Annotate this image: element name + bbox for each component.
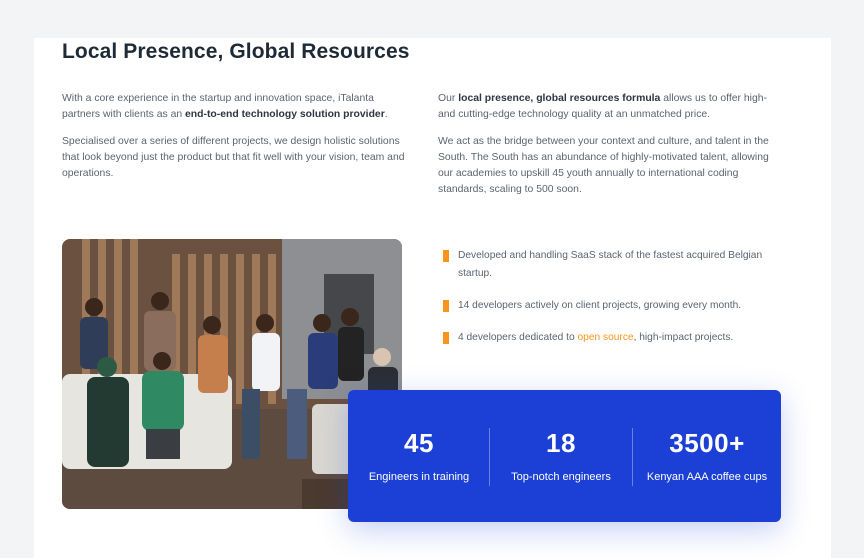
intro-right: Our local presence, global resources for… bbox=[438, 91, 783, 209]
bullet-marker-icon bbox=[443, 300, 449, 312]
stat-label: Kenyan AAA coffee cups bbox=[646, 471, 768, 483]
list-item: Developed and handling SaaS stack of the… bbox=[443, 247, 793, 283]
stat-coffee-cups: 3500+ Kenyan AAA coffee cups bbox=[633, 390, 781, 522]
open-source-link[interactable]: open source bbox=[578, 332, 634, 343]
section-title: Local Presence, Global Resources bbox=[62, 40, 410, 63]
intro-left-bold: end-to-end technology solution provider bbox=[185, 109, 385, 120]
list-item: 4 developers dedicated to open source, h… bbox=[443, 329, 793, 347]
list-item: 14 developers actively on client project… bbox=[443, 297, 793, 315]
intro-right-bold: local presence, global resources formula bbox=[458, 93, 661, 104]
stat-value: 3500+ bbox=[669, 428, 745, 458]
intro-left: With a core experience in the startup an… bbox=[62, 91, 407, 193]
stat-label: Top-notch engineers bbox=[511, 471, 611, 483]
intro-left-p2: Specialised over a series of different p… bbox=[62, 136, 405, 179]
stat-top-notch-engineers: 18 Top-notch engineers bbox=[490, 390, 632, 522]
stat-value: 18 bbox=[546, 428, 576, 458]
intro-right-p1: Our local presence, global resources for… bbox=[438, 93, 767, 120]
intro-right-p2: We act as the bridge between your contex… bbox=[438, 136, 769, 195]
stat-value: 45 bbox=[404, 428, 434, 458]
bullet-marker-icon bbox=[443, 250, 449, 262]
stat-engineers-in-training: 45 Engineers in training bbox=[348, 390, 490, 522]
achievements-list: Developed and handling SaaS stack of the… bbox=[443, 247, 793, 361]
bullet-marker-icon bbox=[443, 332, 449, 344]
stats-panel: 45 Engineers in training 18 Top-notch en… bbox=[348, 390, 781, 522]
stat-label: Engineers in training bbox=[368, 471, 470, 483]
intro-left-p1: With a core experience in the startup an… bbox=[62, 93, 388, 120]
